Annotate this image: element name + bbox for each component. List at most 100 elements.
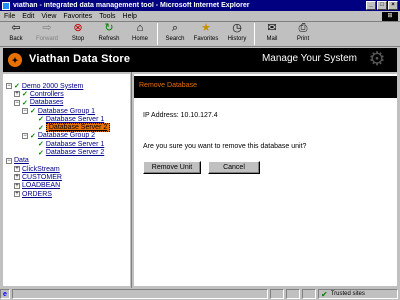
tree-item-group1: − ✓ Database Group 1 (6, 107, 130, 115)
history-button[interactable]: ◷ History (223, 22, 251, 43)
refresh-icon: ↻ (104, 22, 114, 34)
menu-favorites[interactable]: Favorites (63, 13, 92, 20)
collapse-icon[interactable]: − (6, 157, 12, 164)
gears-icon: ⚙ (368, 49, 386, 70)
menubar: File Edit View Favorites Tools Help ⊞ (0, 11, 400, 22)
trusted-sites-check-icon: ✔ (321, 289, 328, 299)
expand-icon[interactable]: + (14, 91, 20, 98)
tree-item-g2-server1: ✓ Database Server 1 (6, 140, 130, 149)
check-icon: ✓ (22, 99, 28, 107)
expand-icon[interactable]: + (14, 182, 20, 189)
tree-link-customer[interactable]: CUSTOMER (22, 174, 62, 181)
remove-unit-button[interactable]: Remove Unit (143, 161, 201, 174)
page-icon: e (0, 289, 10, 299)
expand-icon[interactable]: + (14, 174, 20, 181)
toolbar: ⇦ Back ⇨ Forward ⊗ Stop ↻ Refresh ⌂ Home… (0, 22, 400, 47)
tree-link-databases[interactable]: Databases (30, 99, 63, 106)
refresh-button[interactable]: ↻ Refresh (95, 22, 123, 43)
tree-item-clickstream: + ClickStream (6, 165, 130, 173)
tree-link-group2[interactable]: Database Group 2 (38, 132, 95, 139)
tree-link-g2-server1[interactable]: Database Server 1 (46, 141, 104, 148)
status-cell (302, 289, 316, 299)
check-icon: ✓ (30, 108, 36, 116)
forward-button[interactable]: ⇨ Forward (33, 22, 61, 43)
tree-item-g2-server2: ✓ Database Server 2 (6, 148, 130, 157)
collapse-icon[interactable]: − (6, 83, 12, 90)
check-icon: ✓ (38, 116, 44, 124)
menu-help[interactable]: Help (123, 13, 137, 20)
tree-item-g1-server2: ✓ Database Server 2 (6, 123, 130, 133)
expand-icon[interactable]: + (14, 166, 20, 173)
check-icon: ✓ (22, 91, 28, 99)
confirm-message: Are you sure you want to remove this dat… (143, 143, 307, 150)
check-icon: ✓ (14, 83, 20, 91)
status-cell (270, 289, 284, 299)
tree-link-g1-server2-selected[interactable]: Database Server 2 (45, 123, 111, 133)
menu-tools[interactable]: Tools (99, 13, 115, 20)
expand-icon[interactable]: + (14, 191, 20, 197)
security-zone: ✔ Trusted sites (318, 289, 398, 299)
minimize-button[interactable]: _ (366, 1, 376, 10)
tree-link-loadbean[interactable]: LOADBEAN (22, 182, 60, 189)
tree-item-customer: + CUSTOMER (6, 173, 130, 181)
favorites-star-icon: ★ (201, 22, 211, 34)
home-button[interactable]: ⌂ Home (126, 22, 154, 43)
tree-item-controllers: + ✓ Controllers (6, 90, 130, 98)
mail-icon: ✉ (267, 22, 277, 34)
viathan-logo-icon: ✦ (8, 53, 22, 67)
printer-icon: ⎙ (298, 22, 308, 34)
app-header: ✦ Viathan Data Store Manage Your System … (3, 48, 397, 72)
forward-arrow-icon: ⇨ (42, 22, 52, 34)
close-button[interactable]: × (388, 1, 398, 10)
print-button[interactable]: ⎙ Print (289, 22, 317, 43)
tree-link-data[interactable]: Data (14, 157, 29, 164)
collapse-icon[interactable]: − (14, 99, 20, 106)
tree-link-root[interactable]: Demo 2000 System (22, 83, 83, 90)
zone-label: Trusted sites (330, 291, 365, 297)
status-cell (286, 289, 300, 299)
brand-name: Viathan Data Store (29, 53, 131, 65)
favorites-button[interactable]: ★ Favorites (192, 22, 220, 43)
toolbar-separator (157, 23, 158, 45)
tree-item-orders: + ORDERS (6, 190, 130, 198)
tree-item-loadbean: + LOADBEAN (6, 182, 130, 190)
check-icon: ✓ (30, 132, 36, 140)
tagline: Manage Your System (261, 53, 357, 64)
content-panel: Remove Database IP Address: 10.10.127.4 … (134, 74, 397, 286)
tree-item-root: − ✓ Demo 2000 System (6, 82, 130, 90)
cancel-button[interactable]: Cancel (208, 161, 260, 174)
page-title: Remove Database (139, 82, 197, 89)
status-text (12, 289, 268, 299)
windows-logo-icon: ⊞ (382, 12, 398, 21)
tree-link-g1-server1[interactable]: Database Server 1 (46, 116, 104, 123)
back-arrow-icon: ⇦ (11, 22, 21, 34)
tree-link-group1[interactable]: Database Group 1 (38, 108, 95, 115)
tree-item-group2: − ✓ Database Group 2 (6, 132, 130, 140)
menu-file[interactable]: File (4, 13, 15, 20)
mail-button[interactable]: ✉ Mail (258, 22, 286, 43)
collapse-icon[interactable]: − (22, 108, 28, 115)
ip-address-text: IP Address: 10.10.127.4 (143, 112, 218, 119)
search-button[interactable]: ⌕ Search (161, 22, 189, 43)
tree-link-controllers[interactable]: Controllers (30, 91, 64, 98)
status-bar: e ✔ Trusted sites (0, 288, 400, 300)
stop-icon: ⊗ (73, 22, 83, 34)
tree-link-clickstream[interactable]: ClickStream (22, 166, 60, 173)
menu-edit[interactable]: Edit (22, 13, 34, 20)
maximize-button[interactable]: □ (377, 1, 387, 10)
menu-view[interactable]: View (41, 13, 56, 20)
collapse-icon[interactable]: − (22, 132, 28, 139)
back-button[interactable]: ⇦ Back (2, 22, 30, 43)
stop-button[interactable]: ⊗ Stop (64, 22, 92, 43)
check-icon: ✓ (38, 141, 44, 149)
tree-link-g2-server2[interactable]: Database Server 2 (46, 149, 104, 156)
ie-icon (2, 1, 10, 10)
window-titlebar: viathan - integrated data management too… (0, 0, 400, 11)
home-icon: ⌂ (136, 22, 144, 34)
toolbar-separator (254, 23, 255, 45)
tree-link-orders[interactable]: ORDERS (22, 191, 52, 198)
check-icon: ✓ (38, 124, 44, 132)
search-icon: ⌕ (171, 22, 179, 34)
tree-item-databases: − ✓ Databases (6, 99, 130, 107)
tree-item-data: − Data (6, 157, 130, 165)
